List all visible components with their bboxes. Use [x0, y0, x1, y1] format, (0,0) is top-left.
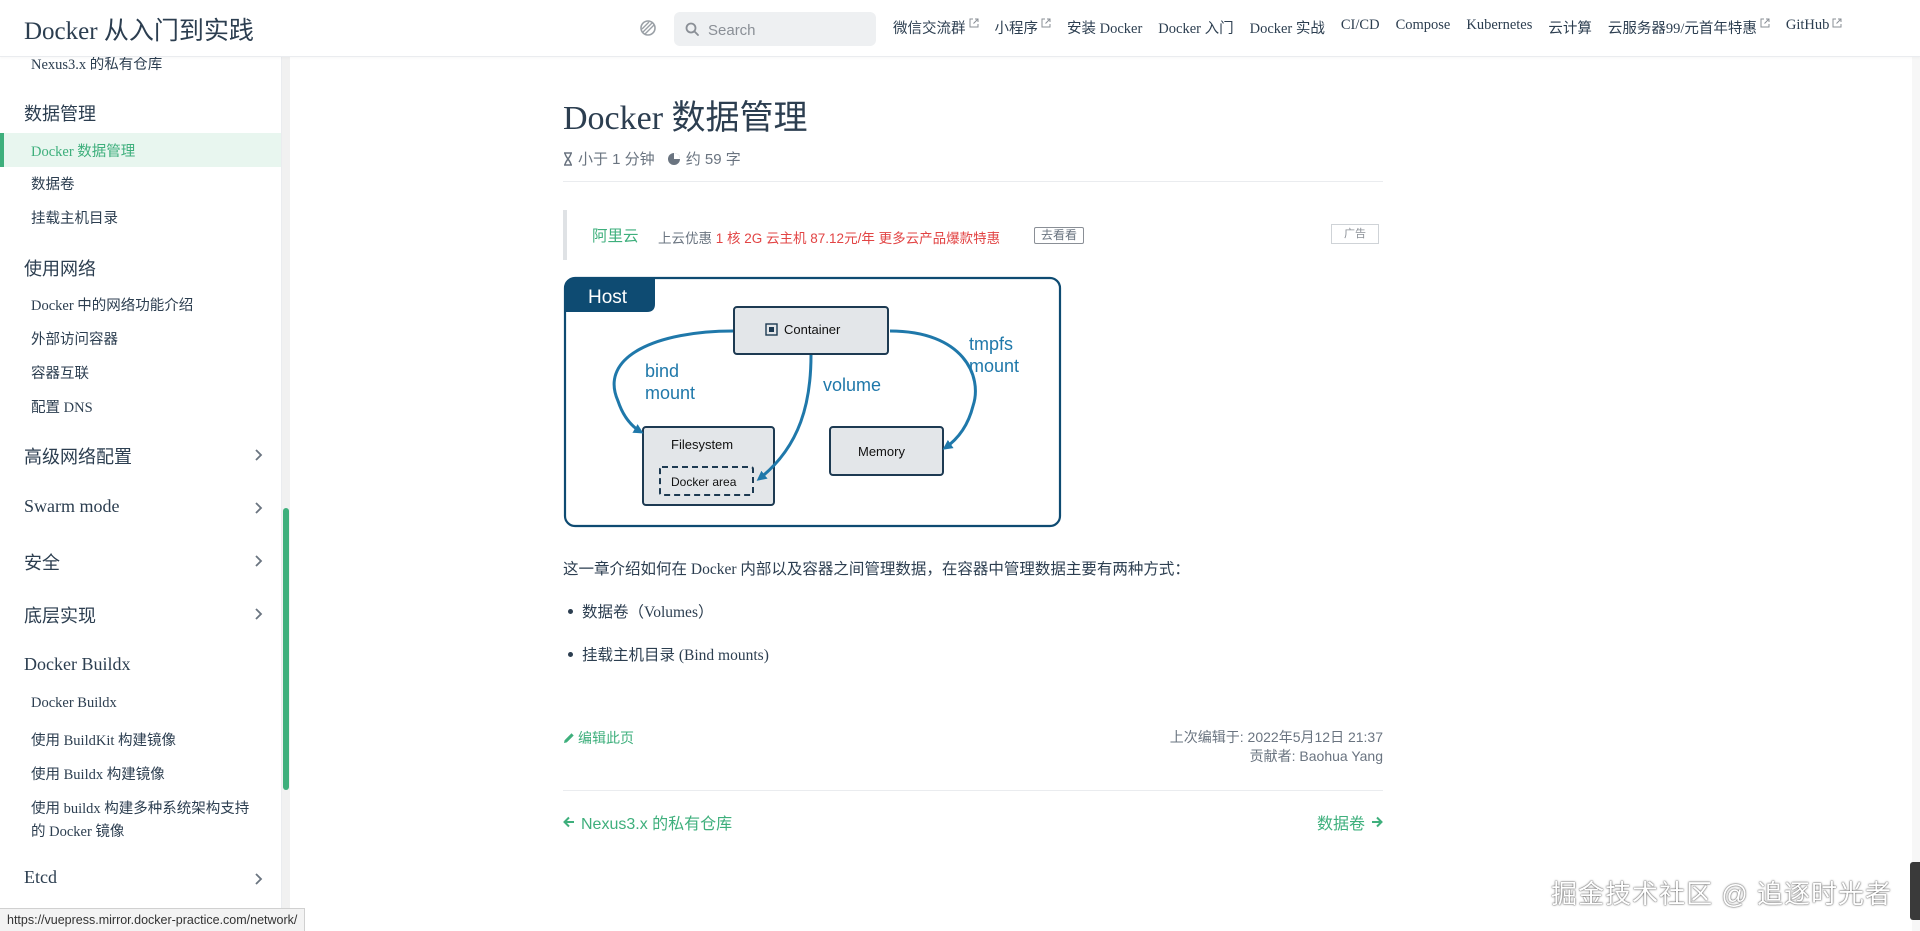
ad-highlight: 1 核 2G 云主机 87.12元/年 更多云产品爆款特惠: [715, 231, 1001, 246]
search-box[interactable]: [674, 12, 876, 46]
arrow-right-icon: [1372, 816, 1383, 828]
prev-page-link[interactable]: Nexus3.x 的私有仓库: [563, 810, 732, 834]
last-updated: 上次编辑于: 2022年5月12日 21:37: [1169, 729, 1383, 745]
sidebar-item-label: Docker 数据管理: [31, 144, 136, 160]
sidebar-group-buildx[interactable]: Docker Buildx: [24, 654, 130, 675]
external-link-icon: [1832, 18, 1842, 28]
tmpfs-label-1: tmpfs: [969, 334, 1013, 354]
sidebar-item-port-mapping[interactable]: 外部访问容器: [31, 328, 118, 349]
nav-link-kubernetes[interactable]: Kubernetes: [1466, 17, 1532, 38]
sidebar: Nexus3.x 的私有仓库 数据管理 Docker 数据管理 数据卷 挂载主机…: [0, 57, 282, 931]
ad-banner[interactable]: 阿里云 上云优惠 1 核 2G 云主机 87.12元/年 更多云产品爆款特惠 去…: [563, 210, 1383, 260]
sidebar-item-bind-mounts[interactable]: 挂载主机目录: [31, 207, 118, 228]
external-link-icon: [1760, 18, 1770, 28]
sidebar-collapsible-underlying[interactable]: 底层实现: [24, 600, 264, 630]
contributors: 贡献者: Baohua Yang: [1249, 748, 1383, 764]
sidebar-item-buildx-multiarch[interactable]: 使用 buildx 构建多种系统架构支持: [31, 797, 249, 818]
divider: [563, 790, 1383, 791]
chevron-right-icon: [255, 449, 263, 461]
chevron-right-icon: [255, 608, 263, 620]
nav-link-cloud-server-deal[interactable]: 云服务器99/元首年特惠: [1608, 17, 1770, 38]
nav-link-docker-intro[interactable]: Docker 入门: [1158, 17, 1233, 38]
sidebar-collapsible-security[interactable]: 安全: [24, 547, 264, 577]
external-link-icon: [969, 18, 978, 28]
pencil-icon: [564, 733, 574, 743]
word-count: 约 59 字: [685, 151, 741, 168]
sidebar-item-buildx[interactable]: Docker Buildx: [31, 695, 117, 712]
host-label: Host: [588, 287, 628, 308]
ad-label: 广告: [1331, 224, 1379, 244]
external-link-icon: [1041, 18, 1051, 28]
nav-link-compose[interactable]: Compose: [1396, 17, 1451, 38]
sidebar-scrollbar-track[interactable]: [282, 57, 290, 931]
ad-go-button[interactable]: 去看看: [1034, 227, 1085, 244]
sidebar-item-buildkit[interactable]: 使用 BuildKit 构建镜像: [31, 729, 176, 750]
sidebar-item-docker-data-management[interactable]: Docker 数据管理: [0, 133, 281, 167]
nav-links: 微信交流群 小程序 安装 Docker Docker 入门 Docker 实战 …: [893, 17, 1858, 38]
volume-label: volume: [823, 375, 881, 395]
nav-link-docker-practice[interactable]: Docker 实战: [1250, 17, 1325, 38]
ad-brand[interactable]: 阿里云: [592, 224, 639, 246]
top-navbar: Docker 从入门到实践 微信交流群 小程序 安装 Docker Docker…: [0, 0, 1920, 57]
list-item: 挂载主机目录 (Bind mounts): [568, 643, 769, 665]
memory-box: Memory: [829, 426, 944, 476]
docker-storage-diagram: Host Container Filesystem Docker area Me…: [563, 276, 1062, 528]
page-meta: 小于 1 分钟 约 59 字: [563, 148, 741, 169]
sidebar-item-linking[interactable]: 容器互联: [31, 362, 89, 383]
chevron-right-icon: [255, 555, 263, 567]
nav-link-wechat-group[interactable]: 微信交流群: [893, 17, 979, 38]
divider: [563, 181, 1383, 182]
status-bar-url: https://vuepress.mirror.docker-practice.…: [0, 908, 306, 931]
page-title: Docker 数据管理: [563, 100, 808, 137]
site-name[interactable]: Docker 从入门到实践: [24, 11, 254, 47]
read-time: 小于 1 分钟: [578, 151, 655, 168]
nav-link-mini-program[interactable]: 小程序: [995, 17, 1052, 38]
watermark: 掘金技术社区 @ 追逐时光者: [1551, 879, 1892, 909]
page-scrollbar-handle[interactable]: [1910, 862, 1920, 920]
sidebar-collapsible-advanced-network[interactable]: 高级网络配置: [24, 441, 264, 471]
nav-link-install-docker[interactable]: 安装 Docker: [1067, 17, 1142, 38]
memory-label: Memory: [858, 444, 905, 459]
sidebar-item-nexus3[interactable]: Nexus3.x 的私有仓库: [31, 57, 162, 74]
chevron-right-icon: [255, 873, 263, 885]
nav-link-cicd[interactable]: CI/CD: [1341, 17, 1380, 38]
docker-area-label: Docker area: [671, 475, 737, 489]
sidebar-group-data-management[interactable]: 数据管理: [24, 100, 96, 126]
container-box: Container: [733, 306, 889, 355]
tmpfs-label-2: mount: [969, 356, 1019, 376]
sidebar-collapsible-swarm-mode[interactable]: Swarm mode: [24, 494, 264, 524]
container-label: Container: [784, 322, 841, 337]
edit-page-link[interactable]: 编辑此页: [563, 728, 634, 748]
filesystem-label: Filesystem: [671, 437, 733, 452]
nav-link-cloud[interactable]: 云计算: [1548, 17, 1592, 38]
search-icon: [685, 22, 699, 36]
intro-paragraph: 这一章介绍如何在 Docker 内部以及容器之间管理数据，在容器中管理数据主要有…: [563, 561, 1190, 578]
search-input[interactable]: [706, 19, 870, 41]
bind-mount-label-1: bind: [645, 361, 679, 381]
next-page-link[interactable]: 数据卷: [1317, 810, 1383, 834]
page-info: 上次编辑于: 2022年5月12日 21:37 贡献者: Baohua Yang: [1170, 728, 1383, 766]
pie-chart-icon: [667, 152, 680, 165]
ad-text[interactable]: 上云优惠 1 核 2G 云主机 87.12元/年 更多云产品爆款特惠: [658, 227, 1000, 247]
sidebar-item-buildx-build[interactable]: 使用 Buildx 构建镜像: [31, 763, 165, 784]
arrow-left-icon: [563, 816, 574, 828]
list-item: 数据卷（Volumes）: [568, 600, 713, 622]
sidebar-item-network-intro[interactable]: Docker 中的网络功能介绍: [31, 294, 193, 315]
filesystem-box: Filesystem Docker area: [642, 426, 775, 506]
sidebar-item-dns[interactable]: 配置 DNS: [31, 396, 93, 417]
page-scrollbar-track[interactable]: [1912, 57, 1920, 931]
chevron-right-icon: [255, 502, 263, 514]
sidebar-collapsible-etcd[interactable]: Etcd: [24, 865, 264, 895]
sidebar-scrollbar-thumb[interactable]: [283, 508, 289, 790]
theme-toggle-icon[interactable]: [638, 18, 658, 38]
bind-mount-label-2: mount: [645, 383, 695, 403]
hourglass-icon: [564, 151, 572, 166]
nav-link-github[interactable]: GitHub: [1786, 17, 1843, 38]
sidebar-group-network[interactable]: 使用网络: [24, 255, 96, 281]
sidebar-item-buildx-multiarch-line2[interactable]: 的 Docker 镜像: [31, 820, 124, 841]
sidebar-item-volumes[interactable]: 数据卷: [31, 173, 75, 194]
